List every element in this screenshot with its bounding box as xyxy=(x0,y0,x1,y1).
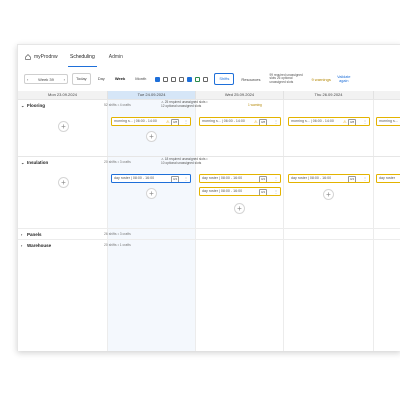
more-icon[interactable]: ⋮ xyxy=(363,118,367,125)
view-week-button[interactable]: Week xyxy=(112,74,128,84)
slot-count: 0/4 xyxy=(259,189,268,195)
add-shift-button[interactable]: + xyxy=(146,188,157,199)
shifts-tab[interactable]: Shifts xyxy=(214,73,235,85)
nav-admin[interactable]: Admin xyxy=(102,45,130,69)
shift-card[interactable]: day roster | 08:00 - 16:00 0/4 ⋮ xyxy=(199,174,281,183)
group-header-warehouse[interactable]: › Warehouse 20 shifts • 1 crafts xyxy=(18,239,400,251)
brand-name: myProdnw xyxy=(34,54,58,60)
shift-card[interactable]: morning s... xyxy=(376,117,400,126)
add-shift-button[interactable]: + xyxy=(146,131,157,142)
slot-count: 0/4 xyxy=(259,176,268,182)
view-month-button[interactable]: Month xyxy=(132,74,149,84)
slot-count: 0/4 xyxy=(171,176,180,182)
add-shift-button[interactable]: + xyxy=(58,121,69,132)
group-name: ⌄ Flooring xyxy=(21,103,45,108)
day-header: Wed 25.09.2024 xyxy=(196,91,284,99)
shift-card[interactable]: morning s... | 06:00 - 14:00 ⚠ 0/8 ⋮ xyxy=(199,117,281,126)
group-alert: ⚠ 25 required unassigned slots • 12 opti… xyxy=(161,100,208,108)
sort-icon[interactable] xyxy=(203,76,209,82)
warnings-link[interactable]: 9 warnings xyxy=(311,77,330,82)
day-header-today: Tue 24.09.2024 xyxy=(108,91,196,99)
group-name: › Warehouse xyxy=(21,243,52,248)
chevron-right-icon[interactable]: › xyxy=(64,77,65,82)
day-header-partial xyxy=(374,91,400,99)
export-icon[interactable] xyxy=(195,76,201,82)
brand[interactable]: myProdnw xyxy=(25,54,63,60)
more-icon[interactable]: ⋮ xyxy=(274,118,278,125)
today-button[interactable]: Today xyxy=(72,73,91,85)
unassigned-summary: 99 required unassigned slots 26 optional… xyxy=(269,72,303,84)
day-column xyxy=(18,99,108,351)
add-shift-button[interactable]: + xyxy=(323,189,334,200)
group-meta: 20 shifts • 3 crafts xyxy=(104,160,131,164)
home-icon xyxy=(25,54,31,60)
group-header-insulation[interactable]: ⌄ Insulation 20 shifts • 3 crafts ⚠ 18 re… xyxy=(18,156,400,169)
more-icon[interactable]: ⋮ xyxy=(184,175,188,182)
shift-card[interactable]: day roster xyxy=(376,174,400,183)
day-column xyxy=(196,99,284,351)
group-name: › Panels xyxy=(21,232,42,237)
chevron-left-icon[interactable]: ‹ xyxy=(27,77,28,82)
schedule-grid: Mon 23.09.2024 Tue 24.09.2024 Wed 25.09.… xyxy=(18,91,400,351)
validate-button[interactable]: Validate again xyxy=(335,75,353,84)
more-icon[interactable]: ⋮ xyxy=(363,175,367,182)
group-alert: ⚠ 18 required unassigned slots • 10 opti… xyxy=(161,157,208,165)
more-icon[interactable]: ⋮ xyxy=(274,188,278,195)
add-shift-button[interactable]: + xyxy=(234,203,245,214)
list-view-icon[interactable] xyxy=(155,76,161,82)
week-label: Week 39 xyxy=(38,76,54,82)
calendar-icon[interactable] xyxy=(171,76,177,82)
nav-scheduling[interactable]: Scheduling xyxy=(63,45,102,69)
warning-icon: ⚠ xyxy=(343,119,347,124)
grid-view-icon[interactable] xyxy=(163,76,169,82)
view-options xyxy=(155,76,209,82)
table-icon[interactable] xyxy=(179,76,185,82)
warning-icon: ⚠ xyxy=(254,119,258,124)
slot-count: 0/8 xyxy=(171,119,180,125)
week-picker[interactable]: ‹ Week 39 › xyxy=(24,74,68,84)
day-column xyxy=(284,99,374,351)
slot-count: 0/4 xyxy=(348,176,357,182)
group-meta: 52 shifts • 4 crafts xyxy=(104,103,131,107)
warning-badge: 1 warning xyxy=(248,103,262,107)
shift-card[interactable]: morning s... | 06:00 - 14:00 ⚠ 0/8 ⋮ xyxy=(111,117,191,126)
add-shift-button[interactable]: + xyxy=(58,177,69,188)
warning-icon: ⚠ xyxy=(166,119,170,124)
slot-count: 0/8 xyxy=(259,119,268,125)
resources-tab[interactable]: Resources xyxy=(238,77,263,82)
top-navigation: myProdnw Scheduling Admin xyxy=(18,45,400,69)
shift-card[interactable]: morning s... | 06:00 - 14:00 ⚠ 0/8 ⋮ xyxy=(288,117,370,126)
scheduler-window: myProdnw Scheduling Admin ‹ Week 39 › To… xyxy=(17,44,400,351)
group-header-flooring[interactable]: ⌄ Flooring 52 shifts • 4 crafts ⚠ 25 requ… xyxy=(18,99,400,112)
toolbar: ‹ Week 39 › Today Day Week Month Shifts … xyxy=(18,71,400,87)
more-icon[interactable]: ⋮ xyxy=(274,175,278,182)
day-header: Mon 23.09.2024 xyxy=(18,91,108,99)
shift-card[interactable]: day roster | 08:00 - 16:00 0/4 ⋮ xyxy=(288,174,370,183)
group-meta: 20 shifts • 1 crafts xyxy=(104,243,131,247)
group-meta: 26 shifts • 3 crafts xyxy=(104,232,131,236)
more-icon[interactable]: ⋮ xyxy=(184,118,188,125)
shift-card-selected[interactable]: day roster | 08:00 - 16:00 0/4 ⋮ xyxy=(111,174,191,183)
group-name: ⌄ Insulation xyxy=(21,160,49,165)
slot-count: 0/8 xyxy=(348,119,357,125)
view-day-button[interactable]: Day xyxy=(95,74,108,84)
filter-icon[interactable] xyxy=(187,76,193,82)
shift-card[interactable]: day roster | 08:00 - 16:00 0/4 ⋮ xyxy=(199,187,281,196)
day-header: Thu 26.09.2024 xyxy=(284,91,374,99)
